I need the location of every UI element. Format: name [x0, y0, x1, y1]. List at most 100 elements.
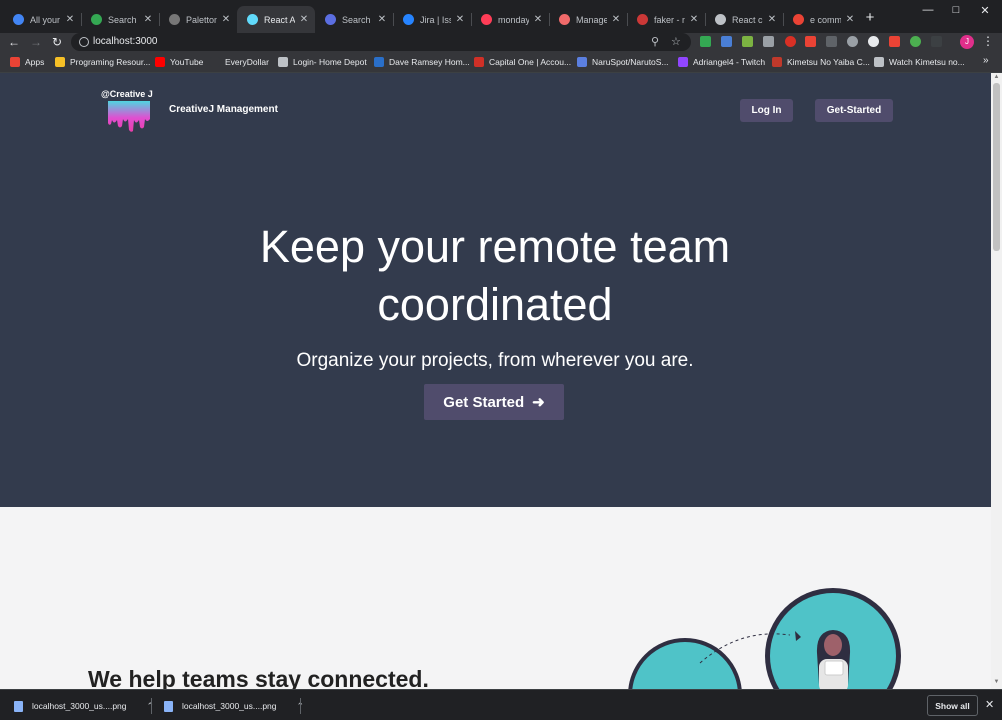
scroll-up-icon[interactable]: ▲ — [993, 74, 1000, 82]
drive-extension-icon[interactable] — [700, 36, 711, 47]
bookmark-item[interactable]: YouTube — [155, 55, 203, 69]
download-bar: localhost_3000_us....png ⌃ localhost_300… — [0, 689, 1002, 720]
download-filename: localhost_3000_us....png — [32, 701, 127, 711]
tab-favicon-icon — [715, 14, 726, 25]
download-divider — [151, 698, 152, 714]
profile-avatar[interactable]: J — [960, 35, 974, 49]
browser-tab[interactable]: e comme ✕ — [783, 6, 861, 33]
bookmarks-overflow-icon[interactable]: » — [983, 55, 989, 66]
bookmark-star-icon[interactable]: ☆ — [671, 35, 681, 48]
tab-favicon-icon — [793, 14, 804, 25]
tab-close-icon[interactable]: ✕ — [65, 14, 75, 25]
scroll-down-icon[interactable]: ▼ — [993, 679, 1000, 687]
bookmark-label: Apps — [25, 57, 45, 67]
scrollbar-thumb[interactable] — [993, 83, 1000, 251]
tab-close-icon[interactable]: ✕ — [221, 14, 231, 25]
download-item[interactable]: localhost_3000_us....png ⌃ — [14, 697, 154, 715]
adblock-extension-icon[interactable] — [805, 36, 816, 47]
web-page: @Creative J CreativeJ Management Log In … — [0, 73, 991, 689]
tab-favicon-icon — [91, 14, 102, 25]
bookmark-item[interactable]: Programing Resour... — [55, 55, 150, 69]
bookmark-item[interactable]: Kimetsu No Yaiba C... — [772, 55, 870, 69]
minimize-icon[interactable]: — — [913, 4, 943, 18]
address-bar[interactable]: localhost:3000 ⚲ ☆ — [71, 33, 691, 51]
browser-tab[interactable]: Manage y ✕ — [549, 6, 627, 33]
bookmark-item[interactable]: Adriangel4 - Twitch — [678, 55, 765, 69]
browser-tab[interactable]: Search | u ✕ — [315, 6, 393, 33]
site-info-icon[interactable] — [79, 37, 89, 47]
forward-icon[interactable]: → — [28, 33, 44, 51]
bookmark-item[interactable]: Capital One | Accou... — [474, 55, 571, 69]
tab-close-icon[interactable]: ✕ — [845, 14, 855, 25]
browser-tab[interactable]: faker - np ✕ — [627, 6, 705, 33]
bookmark-label: YouTube — [170, 57, 204, 67]
get-started-button[interactable]: Get Started ➜ — [424, 384, 564, 420]
tab-close-icon[interactable]: ✕ — [299, 14, 309, 25]
tab-title: React cre — [732, 14, 763, 25]
show-all-button[interactable]: Show all — [927, 695, 978, 716]
close-download-bar-icon[interactable]: ✕ — [985, 698, 994, 711]
close-window-icon[interactable]: ✕ — [970, 4, 1000, 18]
puzzle-extension-icon[interactable] — [763, 36, 774, 47]
bookmark-item[interactable]: Login- Home Depot — [278, 55, 367, 69]
get-started-label: Get Started — [443, 393, 525, 411]
tab-title: Search | u — [342, 14, 373, 25]
browser-tab[interactable]: monday.c ✕ — [471, 6, 549, 33]
menu-dots-icon[interactable]: ⋮ — [982, 34, 994, 48]
new-tab-button[interactable]: + — [862, 9, 878, 26]
hero-subtitle: Organize your projects, from wherever yo… — [296, 350, 694, 371]
green-extension-icon[interactable] — [910, 36, 921, 47]
tab-title: e comme — [810, 14, 841, 25]
file-icon — [164, 700, 173, 712]
download-divider — [300, 698, 301, 714]
tab-close-icon[interactable]: ✕ — [143, 14, 153, 25]
tab-close-icon[interactable]: ✕ — [689, 14, 699, 25]
tab-title: Manage y — [576, 14, 607, 25]
leaf-extension-icon[interactable] — [742, 36, 753, 47]
bookmark-item[interactable]: NaruSpot/NarutoS... — [577, 55, 669, 69]
tab-close-icon[interactable]: ✕ — [611, 14, 621, 25]
zoom-icon[interactable]: ⚲ — [651, 35, 659, 48]
video-extension-icon[interactable] — [826, 36, 837, 47]
browser-tab[interactable]: Jira | Issu ✕ — [393, 6, 471, 33]
bookmark-item[interactable]: Dave Ramsey Hom... — [374, 55, 470, 69]
address-url[interactable]: localhost:3000 — [93, 36, 158, 47]
red-extension-icon[interactable] — [785, 36, 796, 47]
tab-close-icon[interactable]: ✕ — [377, 14, 387, 25]
cloud-extension-icon[interactable] — [847, 36, 858, 47]
browser-tab[interactable]: React cre ✕ — [705, 6, 783, 33]
reload-icon[interactable]: ↻ — [49, 33, 65, 51]
bookmark-favicon-icon — [577, 57, 587, 67]
maximize-icon[interactable]: □ — [941, 4, 971, 18]
tab-title: React App — [264, 14, 295, 25]
tab-title: monday.c — [498, 14, 529, 25]
tab-close-icon[interactable]: ✕ — [533, 14, 543, 25]
grid-extension-icon[interactable] — [931, 36, 942, 47]
browser-tab[interactable]: Paletton ✕ — [159, 6, 237, 33]
bookmark-item[interactable]: EveryDollar — [210, 55, 269, 69]
tab-close-icon[interactable]: ✕ — [767, 14, 777, 25]
bookmark-label: Watch Kimetsu no... — [889, 57, 965, 67]
circle-extension-icon[interactable] — [868, 36, 879, 47]
back-icon[interactable]: ← — [6, 33, 22, 51]
arrow-right-icon: ➜ — [532, 394, 545, 411]
bookmark-item[interactable]: Watch Kimetsu no... — [874, 55, 965, 69]
bookmark-favicon-icon — [678, 57, 688, 67]
get-started-nav-button[interactable]: Get-Started — [815, 99, 893, 122]
download-item[interactable]: localhost_3000_us....png ⌃ — [164, 697, 304, 715]
tab-title: Jira | Issu — [420, 14, 451, 25]
bookmark-label: Adriangel4 - Twitch — [693, 57, 766, 67]
tab-favicon-icon — [169, 14, 180, 25]
hero-section: @Creative J CreativeJ Management Log In … — [0, 73, 991, 507]
browser-tab[interactable]: React App ✕ — [237, 6, 315, 33]
login-button[interactable]: Log In — [740, 99, 793, 122]
bookmark-favicon-icon — [210, 57, 220, 67]
tab-close-icon[interactable]: ✕ — [455, 14, 465, 25]
browser-tab[interactable]: Search - S ✕ — [81, 6, 159, 33]
bookmark-item[interactable]: Apps — [10, 55, 44, 69]
browser-tab[interactable]: All your d ✕ — [3, 6, 81, 33]
team-illustration — [628, 588, 901, 689]
calendar-extension-icon[interactable] — [721, 36, 732, 47]
page-scrollbar[interactable]: ▲ ▼ — [991, 73, 1002, 689]
camera-extension-icon[interactable] — [889, 36, 900, 47]
